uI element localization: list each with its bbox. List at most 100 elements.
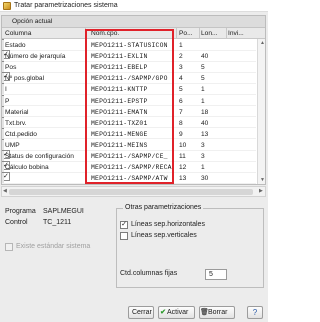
header-divider xyxy=(199,28,200,39)
cell-length: 1 xyxy=(201,164,205,172)
row-selector[interactable] xyxy=(2,128,4,139)
button-bar: Cerrar ✔Activar 🗑Borrar ? xyxy=(0,302,268,322)
table-row[interactable]: Ctd.pedido MEPO1211-MENGE 9 13 xyxy=(2,127,256,140)
cell-column-name: I xyxy=(5,86,7,94)
cell-field-name: MEPO1211-EXLIN xyxy=(91,53,148,61)
table-header: Columna Nom.cpo. Po... Lon... Invi... xyxy=(2,28,265,39)
row-selector[interactable] xyxy=(2,117,4,128)
row-selector[interactable] xyxy=(2,51,4,62)
system-standard-label: Existe estándar sistema xyxy=(16,243,91,250)
cell-length: 1 xyxy=(201,97,205,105)
table-caption: Opción actual xyxy=(2,16,265,28)
cell-length: 13 xyxy=(201,130,209,138)
table-row[interactable]: Pos MEPO1211-EBELP 3 5 xyxy=(2,61,256,73)
table-row[interactable]: I MEPO1211-KNTTP 5 1 xyxy=(2,83,256,96)
row-selector[interactable] xyxy=(2,95,4,106)
table-row[interactable]: Nº pos.global MEPO1211-/SAPMP/GPO 4 5 ✓ xyxy=(2,72,256,84)
header-divider xyxy=(176,28,177,39)
fixed-columns-input[interactable]: 5 xyxy=(205,269,227,280)
scroll-down-icon[interactable]: ▼ xyxy=(259,177,265,184)
cell-column-name: Material xyxy=(5,108,29,116)
table-row[interactable]: Status de configuración MEPO1211-/SAPMP/C… xyxy=(2,150,256,162)
system-standard-checkbox[interactable] xyxy=(5,243,13,251)
cell-field-name: MEPO1211-TXZ01 xyxy=(91,119,148,127)
cell-column-name: UMP xyxy=(5,141,20,149)
program-value: SAPLMEGUI xyxy=(43,208,84,215)
row-selector[interactable] xyxy=(2,40,4,50)
cell-field-name: MEPO1211-/SAPMP/RECA xyxy=(91,164,172,172)
table-row[interactable]: Txt.brv. MEPO1211-TXZ01 8 40 xyxy=(2,116,256,129)
header-divider xyxy=(226,28,227,39)
help-button[interactable]: ? xyxy=(247,306,263,319)
activate-button-label: Activar xyxy=(167,309,189,316)
cell-position: 9 xyxy=(179,130,183,138)
cell-length: 40 xyxy=(201,119,209,127)
cell-field-name: MEPO1211-STATUSICON xyxy=(91,42,168,49)
cell-position: 11 xyxy=(179,153,186,160)
scroll-right-icon[interactable]: ▶ xyxy=(259,188,263,194)
horizontal-lines-checkbox[interactable]: ✓ xyxy=(120,221,128,229)
cell-column-name: Ctd.pedido xyxy=(5,130,37,138)
settings-dialog: Tratar parametrizaciones sistema Opción … xyxy=(0,0,268,322)
program-label: Programa xyxy=(5,208,36,215)
cell-field-name: MEPO1211-/SAPMP/GPO xyxy=(91,75,168,83)
vertical-scrollbar[interactable]: ▲ ▼ xyxy=(257,39,265,184)
cell-position: 1 xyxy=(179,42,183,49)
row-selector[interactable] xyxy=(2,139,4,150)
scroll-left-icon[interactable]: ◀ xyxy=(3,188,7,194)
help-icon: ? xyxy=(252,308,258,317)
table-row[interactable]: Estado MEPO1211-STATUSICON 1 xyxy=(2,39,256,51)
close-button-label: Cerrar xyxy=(132,309,152,316)
horizontal-scrollbar[interactable]: ◀ ▶ xyxy=(1,186,266,197)
cell-field-name: MEPO1211-EPSTP xyxy=(91,97,148,105)
row-selector[interactable] xyxy=(2,173,4,184)
row-selector[interactable] xyxy=(2,73,4,84)
cell-length: 40 xyxy=(201,53,209,61)
control-label: Control xyxy=(5,219,28,226)
table-row[interactable]: Material MEPO1211-EMATN 7 18 xyxy=(2,105,256,118)
cell-field-name: MEPO1211-/SAPMP/ATW xyxy=(91,175,168,183)
title-bar: Tratar parametrizaciones sistema xyxy=(0,0,268,12)
table-row[interactable]: UMP MEPO1211-MEINS 10 3 xyxy=(2,138,256,151)
close-button[interactable]: Cerrar xyxy=(128,306,154,319)
table-row[interactable]: P MEPO1211-EPSTP 6 1 xyxy=(2,94,256,107)
cell-field-name: MEPO1211-EMATN xyxy=(91,108,148,116)
cell-length: 18 xyxy=(201,108,209,116)
row-selector[interactable] xyxy=(2,151,4,161)
cell-length: 1 xyxy=(201,86,205,94)
scroll-thumb[interactable] xyxy=(9,189,253,195)
table-row[interactable]: Número de jerarquía MEPO1211-EXLIN 2 40 ✓ xyxy=(2,50,256,62)
cell-field-name: MEPO1211-EBELP xyxy=(91,64,148,72)
cell-position: 8 xyxy=(179,119,183,127)
activate-button[interactable]: ✔Activar xyxy=(158,306,195,319)
column-header-pos[interactable]: Po... xyxy=(179,30,198,37)
cell-column-name: Cálculo bobina xyxy=(5,164,49,172)
horizontal-lines-label: Líneas sep.horizontales xyxy=(131,221,205,228)
row-selector[interactable] xyxy=(2,106,4,117)
column-header-invisible[interactable]: Invi... xyxy=(228,30,254,37)
row-selector[interactable] xyxy=(2,62,4,73)
window-icon xyxy=(3,2,11,10)
cell-field-name: MEPO1211-KNTTP xyxy=(91,86,148,94)
table-row[interactable]: Cálculo bobina MEPO1211-/SAPMP/RECA 12 1 ✓ xyxy=(2,161,256,173)
column-header-name[interactable]: Columna xyxy=(5,30,83,37)
cell-position: 12 xyxy=(179,164,187,172)
delete-button[interactable]: 🗑Borrar xyxy=(199,306,235,319)
table-row[interactable]: MEPO1211-/SAPMP/ATW 13 30 ✓ xyxy=(2,172,256,184)
cell-column-name: Status de configuración xyxy=(5,153,74,160)
cell-column-name: Nº pos.global xyxy=(5,75,45,83)
cell-field-name: MEPO1211-MENGE xyxy=(91,130,148,138)
column-header-field[interactable]: Nom.cpo. xyxy=(91,30,171,37)
scroll-up-icon[interactable]: ▲ xyxy=(259,40,265,47)
cell-field-name: MEPO1211-MEINS xyxy=(91,141,148,149)
row-selector[interactable] xyxy=(2,162,4,173)
cell-length: 5 xyxy=(201,75,205,83)
cell-length: 5 xyxy=(201,64,205,72)
column-header-len[interactable]: Lon... xyxy=(201,30,225,37)
vertical-lines-checkbox[interactable] xyxy=(120,232,128,240)
cell-column-name: Estado xyxy=(5,42,26,49)
cell-length: 3 xyxy=(201,153,205,160)
cell-position: 13 xyxy=(179,175,187,183)
cell-position: 6 xyxy=(179,97,183,105)
row-selector[interactable] xyxy=(2,84,4,95)
